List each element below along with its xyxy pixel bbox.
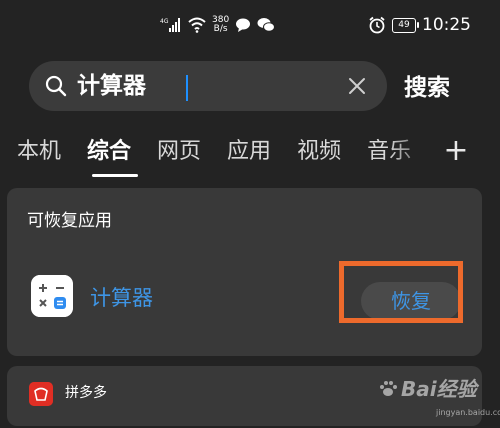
- svg-text:4G: 4G: [160, 18, 169, 25]
- alarm-clock-icon: [369, 16, 385, 34]
- calculator-icon: [31, 275, 73, 317]
- search-input[interactable]: 计算器: [29, 61, 387, 111]
- battery-level: 49: [398, 19, 410, 30]
- battery-icon: 49: [392, 17, 419, 33]
- status-icons-right: 49 10:25: [368, 14, 471, 36]
- tab-web[interactable]: 网页: [157, 135, 201, 171]
- card-title: 可恢复应用: [27, 211, 112, 231]
- clock: 10:25: [422, 15, 471, 35]
- message-bubble-icon: [236, 18, 251, 32]
- watermark-subtext: jingyan.baidu.com: [436, 408, 500, 417]
- network-speed-unit: B/s: [213, 24, 228, 34]
- network-speed: 380 B/s: [212, 16, 229, 34]
- text-cursor: [186, 75, 188, 101]
- clear-icon[interactable]: [348, 77, 366, 95]
- app-name: 拼多多: [65, 385, 107, 401]
- search-icon: [45, 75, 67, 97]
- wechat-icon: [257, 18, 276, 32]
- baidu-watermark: Bai经验 jingyan.baidu.com: [378, 372, 500, 417]
- search-query[interactable]: 计算器: [77, 70, 146, 102]
- tab-local[interactable]: 本机: [17, 135, 61, 171]
- tab-video[interactable]: 视频: [297, 135, 341, 171]
- active-tab-indicator: [92, 174, 138, 177]
- paw-icon: [380, 381, 397, 396]
- pinduoduo-icon: [29, 382, 53, 406]
- status-bar: 4G 380 B/s 49 10:25: [0, 0, 500, 48]
- wifi-icon: [188, 17, 206, 33]
- tab-all[interactable]: 综合: [87, 135, 131, 171]
- highlight-annotation: [339, 261, 463, 323]
- add-tab-button[interactable]: +: [438, 133, 474, 171]
- search-button[interactable]: 搜索: [404, 70, 450, 106]
- cellular-signal-icon: 4G: [160, 18, 180, 32]
- tab-apps[interactable]: 应用: [227, 135, 271, 171]
- status-icons-left: 4G 380 B/s: [160, 14, 276, 36]
- tab-fade: [388, 133, 438, 173]
- app-name[interactable]: 计算器: [90, 285, 153, 311]
